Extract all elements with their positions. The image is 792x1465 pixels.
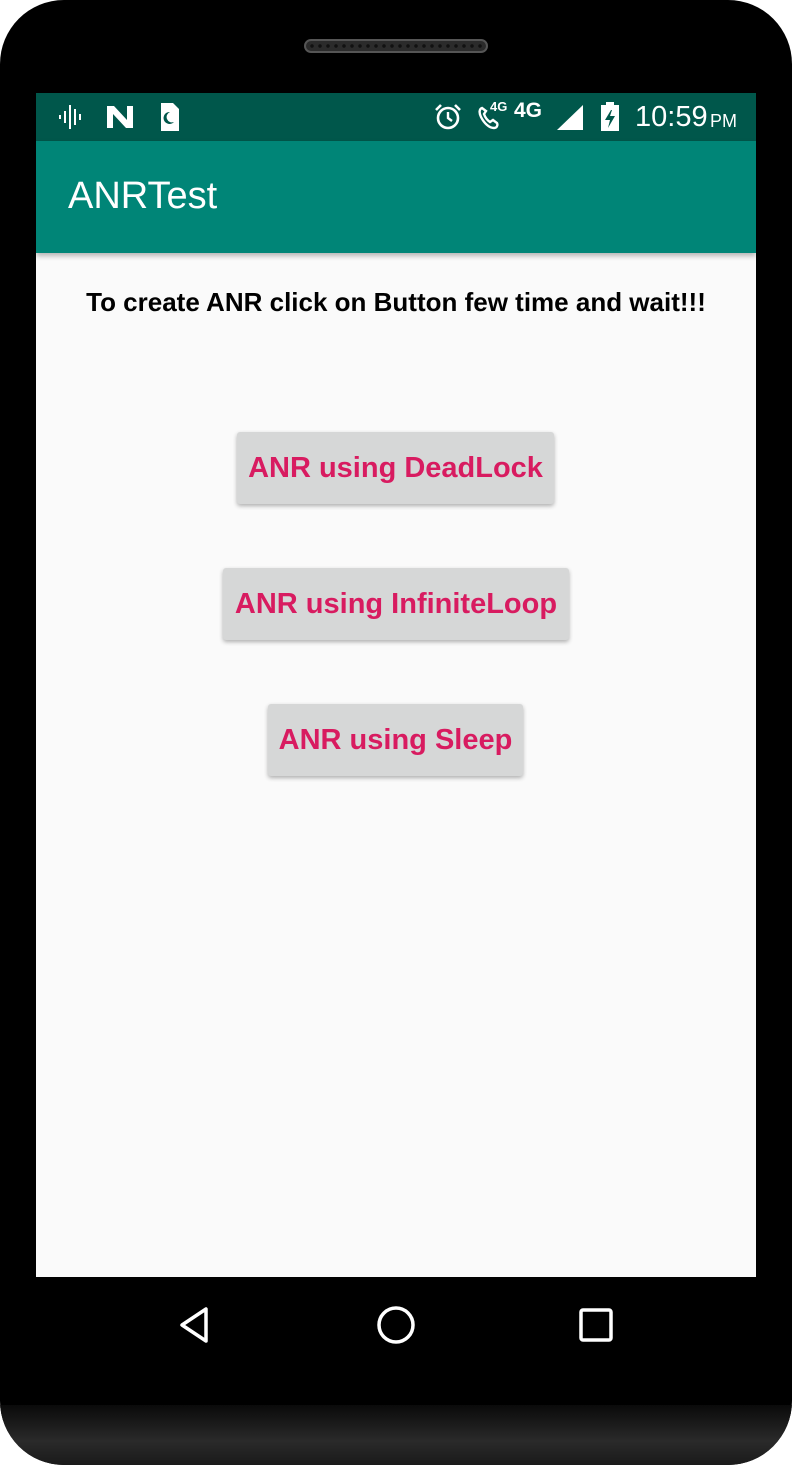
network-type-label: 4G (514, 99, 543, 122)
alarm-icon (432, 101, 464, 133)
status-ampm: PM (710, 111, 737, 131)
instruction-text: To create ANR click on Button few time a… (86, 287, 706, 317)
status-bar: 4G 4G 10:59 PM (36, 93, 756, 141)
app-title: ANRTest (68, 175, 218, 217)
anr-infiniteloop-button[interactable]: ANR using InfiniteLoop (223, 568, 569, 640)
phone-frame: 4G 4G 10:59 PM ANRTest To create ANR cli… (0, 0, 792, 1465)
main-content: To create ANR click on Button few time a… (36, 253, 756, 1277)
volte-call-icon: 4G (470, 99, 508, 133)
home-icon[interactable] (372, 1301, 420, 1349)
earpiece-speaker (304, 39, 488, 53)
battery-charging-icon (598, 101, 622, 133)
n-notification-icon (104, 101, 136, 133)
status-time: 10:59 (635, 101, 708, 133)
navigation-bar (36, 1277, 756, 1373)
recents-icon[interactable] (572, 1301, 620, 1349)
app-bar: ANRTest (36, 141, 756, 253)
device-screen: 4G 4G 10:59 PM ANRTest To create ANR cli… (36, 93, 756, 1277)
anr-sleep-button[interactable]: ANR using Sleep (268, 704, 523, 776)
back-icon[interactable] (172, 1301, 220, 1349)
volte-label: 4G (490, 99, 508, 114)
voicemail-icon (56, 101, 86, 133)
phone-chin (0, 1405, 792, 1465)
anr-deadlock-button[interactable]: ANR using DeadLock (237, 432, 554, 504)
sim-icon (156, 101, 182, 133)
signal-icon (554, 101, 586, 133)
